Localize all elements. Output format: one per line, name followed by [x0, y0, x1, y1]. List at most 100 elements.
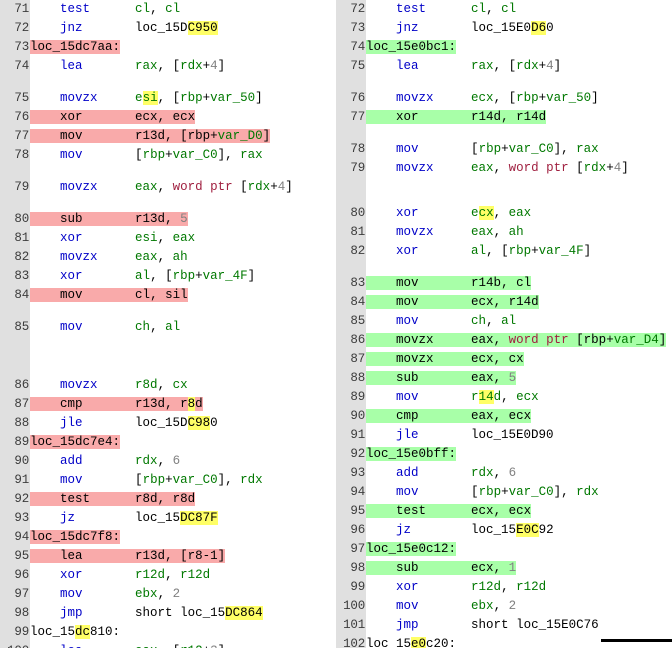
- code-line[interactable]: 79 movzx eax, word ptr [rdx+4]: [0, 178, 336, 197]
- line-number: 79: [0, 178, 30, 197]
- line-number: 89: [336, 388, 366, 407]
- line-number: 89: [0, 433, 30, 452]
- code-line[interactable]: 99 xor r12d, r12d: [336, 578, 672, 597]
- code-line[interactable]: 90 add rdx, 6: [0, 452, 336, 471]
- code-line[interactable]: 80 xor ecx, eax: [336, 204, 672, 223]
- bottom-scroll-indicator[interactable]: [601, 639, 672, 642]
- code-line[interactable]: 75 lea rax, [rdx+4]: [336, 57, 672, 76]
- code-line-gap: [0, 197, 336, 210]
- code-text: xor al, [rbp+var_4F]: [366, 242, 672, 261]
- code-line[interactable]: 76 xor ecx, ecx: [0, 108, 336, 127]
- code-line[interactable]: 82 movzx eax, ah: [0, 248, 336, 267]
- right-code-pane[interactable]: 72 test cl, cl 73 jnz loc_15E0D60 74 loc_15…: [336, 0, 672, 648]
- code-line[interactable]: 86 movzx r8d, cx: [0, 376, 336, 395]
- code-line[interactable]: 97 loc_15e0c12:: [336, 540, 672, 559]
- code-line[interactable]: 99 loc_15dc810:: [0, 623, 336, 642]
- line-number: 100: [0, 642, 30, 648]
- code-line[interactable]: 75 movzx esi, [rbp+var_50]: [0, 89, 336, 108]
- code-line[interactable]: 72 test cl, cl: [336, 0, 672, 19]
- highlight-span: loc_15e0c20:: [366, 637, 456, 648]
- code-text: mov ch, al: [30, 318, 336, 337]
- code-line[interactable]: 83 mov r14b, cl: [336, 274, 672, 293]
- code-line[interactable]: 88 sub eax, 5: [336, 369, 672, 388]
- line-number: 84: [0, 286, 30, 305]
- line-number: 101: [336, 616, 366, 635]
- code-text: lea r13d, [r8-1]: [30, 547, 336, 566]
- code-line[interactable]: 100 mov ebx, 2: [336, 597, 672, 616]
- left-code-pane[interactable]: 71 test cl, cl 72 jnz loc_15DC950 73 loc_15…: [0, 0, 336, 648]
- code-line[interactable]: 94 mov [rbp+var_C0], rdx: [336, 483, 672, 502]
- code-line[interactable]: 72 jnz loc_15DC950: [0, 19, 336, 38]
- highlight-span: jmp short loc_15E0C76: [396, 618, 599, 632]
- code-line[interactable]: 81 xor esi, eax: [0, 229, 336, 248]
- code-line[interactable]: 94 loc_15dc7f8:: [0, 528, 336, 547]
- code-line[interactable]: 96 xor r12d, r12d: [0, 566, 336, 585]
- highlight-span: movzx r8d, cx: [60, 378, 188, 392]
- code-line[interactable]: 92 test r8d, r8d: [0, 490, 336, 509]
- code-line[interactable]: 95 lea r13d, [r8-1]: [0, 547, 336, 566]
- code-line[interactable]: 93 jz loc_15DC87F: [0, 509, 336, 528]
- highlight-span: sub r13d, 5: [30, 212, 188, 226]
- code-text: xor al, [rbp+var_4F]: [30, 267, 336, 286]
- code-text: cmp r13d, r8d: [30, 395, 336, 414]
- code-line[interactable]: 90 cmp eax, ecx: [336, 407, 672, 426]
- highlight-span: loc_15dc7aa:: [30, 40, 121, 54]
- code-line[interactable]: 73 jnz loc_15E0D60: [336, 19, 672, 38]
- code-line[interactable]: 100 lea eax, [r12+3]: [0, 642, 336, 648]
- code-line[interactable]: 84 mov ecx, r14d: [336, 293, 672, 312]
- code-line[interactable]: 76 movzx ecx, [rbp+var_50]: [336, 89, 672, 108]
- code-line[interactable]: 92 loc_15e0bff:: [336, 445, 672, 464]
- code-line[interactable]: 82 xor al, [rbp+var_4F]: [336, 242, 672, 261]
- code-line[interactable]: 95 test ecx, ecx: [336, 502, 672, 521]
- code-line[interactable]: 86 movzx eax, word ptr [rbp+var_D4]: [336, 331, 672, 350]
- code-line[interactable]: 97 mov ebx, 2: [0, 585, 336, 604]
- highlight-span: mov [rbp+var_C0], rdx: [396, 485, 599, 499]
- code-line[interactable]: 85 mov ch, al: [0, 318, 336, 337]
- highlight-span: mov ebx, 2: [60, 587, 181, 601]
- code-line[interactable]: 71 test cl, cl: [0, 0, 336, 19]
- code-text: mov [rbp+var_C0], rdx: [366, 483, 672, 502]
- line-number: 95: [0, 547, 30, 566]
- line-number: 83: [336, 274, 366, 293]
- line-number: [336, 191, 366, 204]
- code-line[interactable]: 93 add rdx, 6: [336, 464, 672, 483]
- code-line[interactable]: 85 mov ch, al: [336, 312, 672, 331]
- code-line[interactable]: 88 jle loc_15DC980: [0, 414, 336, 433]
- highlight-span: mov cl, sil: [30, 288, 188, 302]
- code-line[interactable]: 91 jle loc_15E0D90: [336, 426, 672, 445]
- code-line[interactable]: 74 loc_15e0bc1:: [336, 38, 672, 57]
- code-line[interactable]: 77 mov r13d, [rbp+var_D0]: [0, 127, 336, 146]
- code-line[interactable]: 91 mov [rbp+var_C0], rdx: [0, 471, 336, 490]
- code-line[interactable]: 84 mov cl, sil: [0, 286, 336, 305]
- code-line[interactable]: 98 sub ecx, 1: [336, 559, 672, 578]
- code-line[interactable]: 77 xor r14d, r14d: [336, 108, 672, 127]
- token-highlight: D6: [531, 21, 547, 35]
- code-line[interactable]: 101 jmp short loc_15E0C76: [336, 616, 672, 635]
- code-line[interactable]: 96 jz loc_15E0C92: [336, 521, 672, 540]
- code-line[interactable]: 89 mov r14d, ecx: [336, 388, 672, 407]
- highlight-span: mov [rbp+var_C0], rax: [60, 148, 263, 162]
- code-line[interactable]: 87 cmp r13d, r8d: [0, 395, 336, 414]
- line-number: 97: [336, 540, 366, 559]
- code-line[interactable]: 74 lea rax, [rdx+4]: [0, 57, 336, 76]
- code-text: jz loc_15E0C92: [366, 521, 672, 540]
- code-line[interactable]: 73 loc_15dc7aa:: [0, 38, 336, 57]
- code-line[interactable]: 78 mov [rbp+var_C0], rax: [0, 146, 336, 165]
- code-line[interactable]: 80 sub r13d, 5: [0, 210, 336, 229]
- highlight-span: movzx eax, ah: [396, 225, 524, 239]
- highlight-span: cmp r13d, r8d: [30, 397, 203, 411]
- code-text: loc_15dc810:: [30, 623, 336, 642]
- line-number: 73: [336, 19, 366, 38]
- code-line[interactable]: 81 movzx eax, ah: [336, 223, 672, 242]
- token-highlight: 8: [187, 397, 196, 411]
- highlight-span: jle loc_15DC980: [60, 416, 218, 430]
- code-line[interactable]: 83 xor al, [rbp+var_4F]: [0, 267, 336, 286]
- code-text: movzx r8d, cx: [30, 376, 336, 395]
- code-line[interactable]: 98 jmp short loc_15DC864: [0, 604, 336, 623]
- code-line[interactable]: 89 loc_15dc7e4:: [0, 433, 336, 452]
- code-text: jmp short loc_15DC864: [30, 604, 336, 623]
- code-line[interactable]: 78 mov [rbp+var_C0], rax: [336, 140, 672, 159]
- code-line[interactable]: 87 movzx ecx, cx: [336, 350, 672, 369]
- code-line[interactable]: 79 movzx eax, word ptr [rdx+4]: [336, 159, 672, 178]
